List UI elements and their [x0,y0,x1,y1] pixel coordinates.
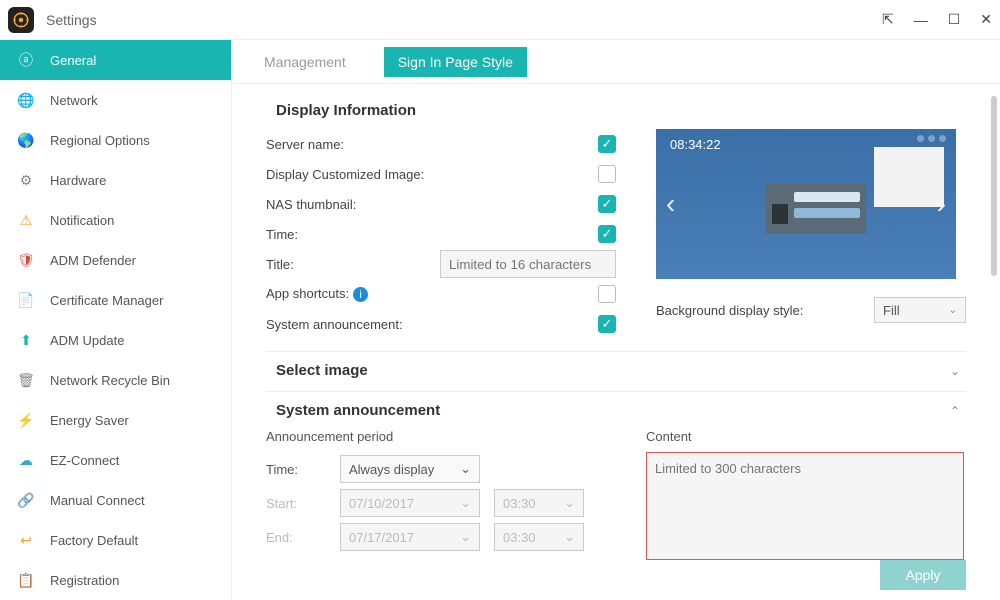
label-ann-end: End: [266,530,326,545]
tab-signin-style[interactable]: Sign In Page Style [384,47,527,77]
label-custom-img: Display Customized Image: [266,167,590,182]
shield-icon: 🛡 [16,250,36,270]
label-ann-content: Content [646,429,966,444]
label-ann-time: Time: [266,462,326,477]
label-sys-ann: System announcement: [266,317,590,332]
cert-icon: 📄 [16,290,36,310]
apply-button[interactable]: Apply [880,560,966,590]
sidebar-label: Registration [50,573,119,588]
ann-start-time[interactable]: 03:30⌄ [494,489,584,517]
checkbox-server-name[interactable]: ✓ [598,135,616,153]
prev-bg-icon[interactable]: ‹ [666,188,675,220]
title-input[interactable] [440,250,616,278]
update-icon: ⬆ [16,330,36,350]
sidebar-label: Regional Options [50,133,150,148]
sidebar-label: Hardware [50,173,106,188]
chevron-up-icon: ⌃ [950,404,960,418]
label-ann-start: Start: [266,496,326,511]
label-nas-thumb: NAS thumbnail: [266,197,590,212]
bin-icon: 🗑 [16,370,36,390]
sidebar-label: ADM Update [50,333,124,348]
chevron-down-icon: ⌄ [950,364,960,378]
ann-end-date[interactable]: 07/17/2017⌄ [340,523,480,551]
scrollbar[interactable] [991,96,997,276]
chevron-down-icon: ⌄ [564,495,575,511]
chevron-down-icon: ⌄ [460,495,471,511]
globe-icon: 🌐 [16,90,36,110]
sidebar-item-notification[interactable]: ⚠ Notification [0,200,231,240]
checkbox-time[interactable]: ✓ [598,225,616,243]
restore-out-icon[interactable]: ⇱ [882,11,894,28]
label-bg-style: Background display style: [656,303,864,318]
sidebar-label: ADM Defender [50,253,136,268]
sidebar-item-manual[interactable]: 🔗 Manual Connect [0,480,231,520]
sidebar-label: Manual Connect [50,493,145,508]
cloud-icon: ☁ [16,450,36,470]
sidebar-item-ezconnect[interactable]: ☁ EZ-Connect [0,440,231,480]
section-title: Select image [276,362,950,379]
sidebar-item-update[interactable]: ⬆ ADM Update [0,320,231,360]
sidebar-label: EZ-Connect [50,453,119,468]
sidebar-label: Network Recycle Bin [50,373,170,388]
bolt-icon: ⚡ [16,410,36,430]
sidebar-label: General [50,53,96,68]
chip-icon: ⚙ [16,170,36,190]
link-icon: 🔗 [16,490,36,510]
minimize-icon[interactable]: — [914,12,928,28]
checkbox-sys-ann[interactable]: ✓ [598,315,616,333]
sidebar-label: Notification [50,213,114,228]
section-select-image[interactable]: Select image ⌄ [266,351,966,379]
label-time: Time: [266,227,590,242]
checkbox-nas-thumb[interactable]: ✓ [598,195,616,213]
section-sys-ann[interactable]: System announcement ⌃ [266,391,966,419]
info-icon[interactable]: i [353,287,368,302]
chevron-down-icon: ⌄ [949,305,957,316]
background-preview: 08:34:22 ‹ › [656,129,956,279]
sidebar-item-defender[interactable]: 🛡 ADM Defender [0,240,231,280]
region-icon: 🌎 [16,130,36,150]
window-title: Settings [46,12,882,28]
checkbox-custom-img[interactable] [598,165,616,183]
close-icon[interactable]: ✕ [980,11,992,28]
label-server-name: Server name: [266,137,590,152]
chevron-down-icon: ⌄ [564,529,575,545]
tab-bar: Management Sign In Page Style [232,40,1000,84]
label-app-shortcuts: App shortcuts:i [266,286,590,303]
sidebar-item-hardware[interactable]: ⚙ Hardware [0,160,231,200]
sidebar-label: Certificate Manager [50,293,163,308]
bg-style-select[interactable]: Fill⌄ [874,297,966,323]
section-display-info: Display Information [276,102,966,119]
sidebar-item-general[interactable]: ⓐGeneral [0,40,231,80]
section-title: System announcement [276,402,950,419]
sidebar-item-regional[interactable]: 🌎 Regional Options [0,120,231,160]
tab-management[interactable]: Management [250,47,360,77]
sidebar-label: Factory Default [50,533,138,548]
ann-end-time[interactable]: 03:30⌄ [494,523,584,551]
label-ann-period: Announcement period [266,429,606,444]
ann-time-select[interactable]: Always display⌄ [340,455,480,483]
sidebar-item-certificate[interactable]: 📄 Certificate Manager [0,280,231,320]
checkbox-app-shortcuts[interactable] [598,285,616,303]
sidebar-item-network[interactable]: 🌐 Network [0,80,231,120]
preview-time: 08:34:22 [670,137,721,152]
sidebar-item-factory[interactable]: ↩ Factory Default [0,520,231,560]
main-panel: Management Sign In Page Style Display In… [232,40,1000,600]
sidebar: ⓐGeneral 🌐 Network 🌎 Regional Options ⚙ Har… [0,40,232,600]
clipboard-icon: 📋 [16,570,36,590]
sidebar-label: Energy Saver [50,413,129,428]
titlebar: Settings ⇱ — ☐ ✕ [0,0,1000,40]
sidebar-item-recycle[interactable]: 🗑 Network Recycle Bin [0,360,231,400]
sidebar-item-energy[interactable]: ⚡ Energy Saver [0,400,231,440]
sidebar-label: Network [50,93,98,108]
app-icon [8,7,34,33]
ann-content-input[interactable] [646,452,964,560]
chevron-down-icon: ⌄ [460,529,471,545]
reset-icon: ↩ [16,530,36,550]
ann-start-date[interactable]: 07/10/2017⌄ [340,489,480,517]
maximize-icon[interactable]: ☐ [948,11,961,28]
alert-icon: ⚠ [16,210,36,230]
chevron-down-icon: ⌄ [460,461,471,477]
sidebar-item-registration[interactable]: 📋 Registration [0,560,231,600]
label-title: Title: [266,257,432,272]
